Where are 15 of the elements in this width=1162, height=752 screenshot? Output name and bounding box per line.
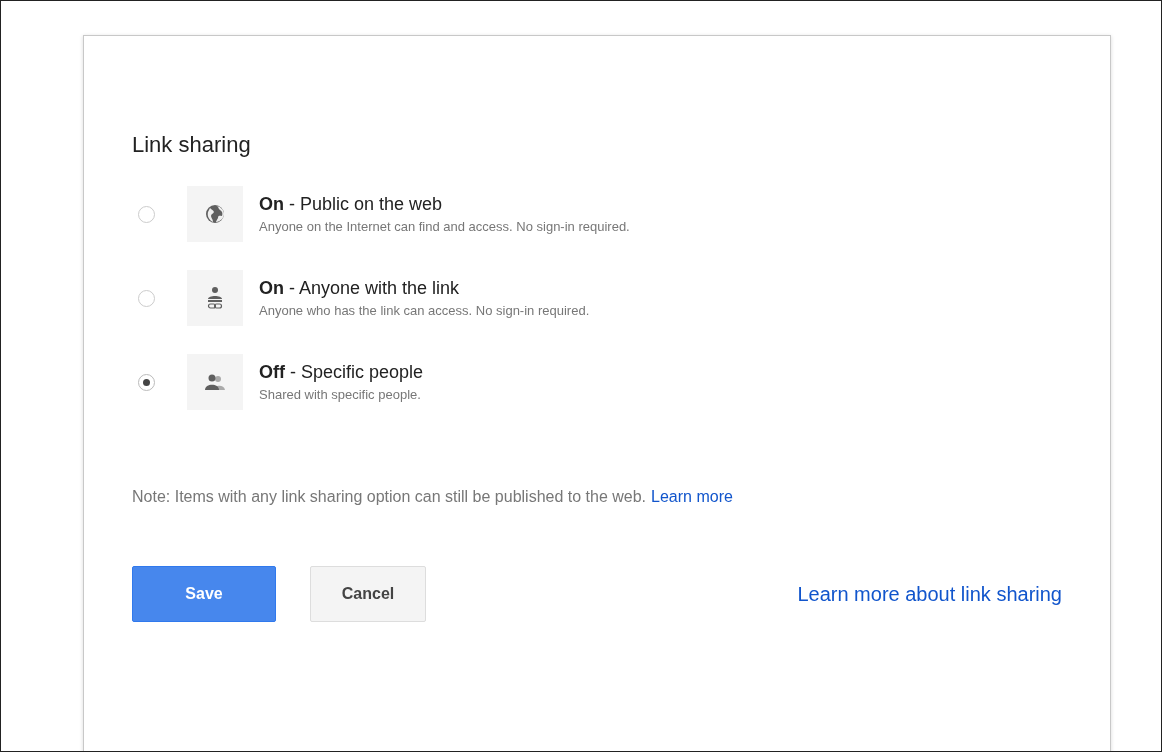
help-link[interactable]: Learn more about link sharing xyxy=(797,582,1062,606)
globe-icon xyxy=(205,204,225,224)
learn-more-link[interactable]: Learn more xyxy=(651,488,733,506)
option-description: Shared with specific people. xyxy=(259,387,422,402)
option-label: On - Public on the web xyxy=(259,194,444,215)
option-label: Off - Specific people xyxy=(259,362,424,383)
option-description: Anyone who has the link can access. No sign-in required. xyxy=(259,303,590,318)
people-icon xyxy=(204,373,226,391)
dialog-title: Link sharing xyxy=(132,132,252,158)
cancel-button[interactable]: Cancel xyxy=(310,566,426,622)
person-link-icon xyxy=(206,286,224,310)
note-text: Note: Items with any link sharing option can still be published to the web. xyxy=(132,488,647,506)
save-button[interactable]: Save xyxy=(132,566,276,622)
option-description: Anyone on the Internet can find and access. No sign-in required. xyxy=(259,219,630,234)
option-label: On - Anyone with the link xyxy=(259,278,461,299)
